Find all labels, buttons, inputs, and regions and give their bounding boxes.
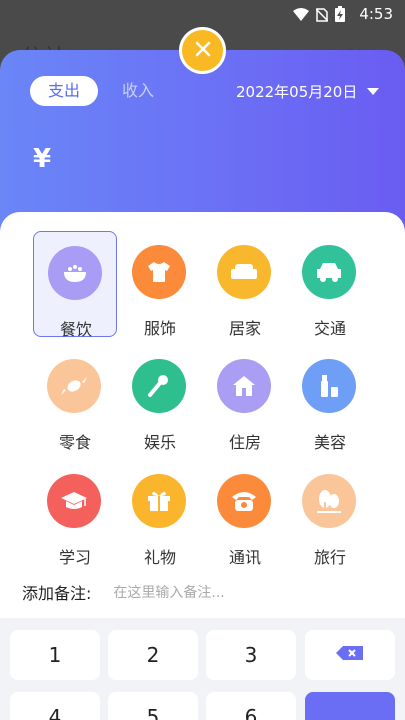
- confirm-key[interactable]: [305, 692, 395, 720]
- no-sim-icon: [315, 7, 329, 26]
- category-label: 通讯: [228, 548, 261, 567]
- backspace-icon: [335, 643, 365, 667]
- date-picker[interactable]: 2022年05月20日: [236, 81, 380, 102]
- category-item[interactable]: 学习: [33, 460, 117, 567]
- category-label: 美容: [313, 433, 346, 452]
- category-label: 居家: [228, 319, 261, 338]
- caret-down-icon: [367, 88, 380, 95]
- type-tabs: 支出 收入: [30, 76, 172, 106]
- backspace-key[interactable]: [305, 630, 395, 680]
- status-bar: 4:53: [0, 0, 405, 28]
- number-keypad: 1 2 3 4 5 6: [0, 618, 405, 720]
- candy-icon: [47, 359, 101, 413]
- tab-income[interactable]: 收入: [104, 76, 172, 106]
- key-5[interactable]: 5: [108, 692, 198, 720]
- close-button[interactable]: [179, 27, 226, 74]
- amount-display: ¥: [33, 144, 52, 174]
- microphone-icon: [132, 359, 186, 413]
- shirt-icon: [132, 245, 186, 299]
- category-label: 礼物: [143, 548, 176, 567]
- category-item[interactable]: 娱乐: [118, 345, 202, 452]
- graduation-cap-icon: [47, 474, 101, 528]
- category-label: 娱乐: [143, 433, 176, 452]
- category-item[interactable]: 住房: [203, 345, 287, 452]
- category-item[interactable]: 餐饮: [33, 231, 117, 339]
- category-label: 服饰: [143, 319, 176, 338]
- tree-icon: [302, 474, 356, 528]
- category-item[interactable]: 旅行: [288, 460, 372, 567]
- house-icon: [217, 359, 271, 413]
- key-1[interactable]: 1: [10, 630, 100, 680]
- close-icon: [194, 40, 212, 62]
- note-row: 添加备注: 在这里输入备注...: [22, 580, 225, 604]
- category-label: 餐饮: [59, 320, 92, 339]
- note-label: 添加备注:: [22, 584, 92, 603]
- category-label: 住房: [228, 433, 261, 452]
- status-icons: [293, 6, 345, 26]
- category-item[interactable]: 居家: [203, 231, 287, 338]
- key-6[interactable]: 6: [206, 692, 296, 720]
- category-label: 旅行: [313, 548, 346, 567]
- key-2[interactable]: 2: [108, 630, 198, 680]
- car-icon: [302, 245, 356, 299]
- category-item[interactable]: 礼物: [118, 460, 202, 567]
- food-bowl-icon: [48, 246, 102, 300]
- category-item[interactable]: 零食: [33, 345, 117, 452]
- date-text: 2022年05月20日: [236, 83, 358, 101]
- gift-icon: [132, 474, 186, 528]
- category-item[interactable]: 美容: [288, 345, 372, 452]
- category-item[interactable]: 服饰: [118, 231, 202, 338]
- cosmetics-icon: [302, 359, 356, 413]
- status-time: 4:53: [359, 5, 393, 23]
- battery-charging-icon: [335, 6, 345, 26]
- category-item[interactable]: 通讯: [203, 460, 287, 567]
- category-label: 零食: [58, 433, 91, 452]
- key-4[interactable]: 4: [10, 692, 100, 720]
- note-input[interactable]: 在这里输入备注...: [113, 582, 224, 602]
- category-label: 学习: [58, 548, 91, 567]
- tab-expense[interactable]: 支出: [30, 76, 99, 106]
- sofa-icon: [217, 245, 271, 299]
- key-3[interactable]: 3: [206, 630, 296, 680]
- category-item[interactable]: 交通: [288, 231, 372, 338]
- wifi-icon: [293, 7, 309, 26]
- category-label: 交通: [313, 319, 346, 338]
- telephone-icon: [217, 474, 271, 528]
